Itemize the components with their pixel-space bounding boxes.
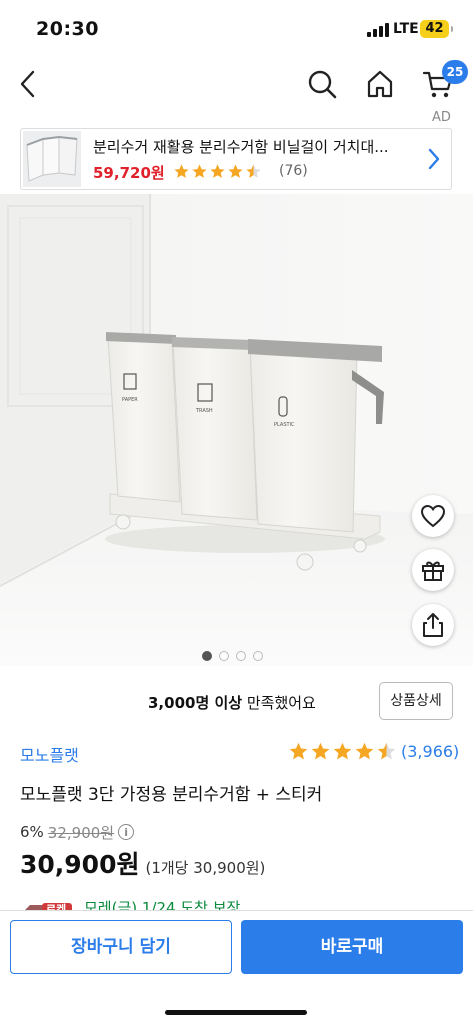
- price-row: 30,900원 (1개당 30,900원): [20, 845, 265, 879]
- product-rating-stars[interactable]: [288, 741, 397, 762]
- discount-rate: 6%: [20, 823, 44, 841]
- back-button[interactable]: [10, 66, 46, 102]
- home-button[interactable]: [362, 66, 398, 102]
- star-icon: [311, 742, 330, 760]
- gallery-dot[interactable]: [253, 651, 263, 661]
- product-detail-button[interactable]: 상품상세: [379, 682, 453, 720]
- ad-review-count: (76): [279, 163, 308, 179]
- chevron-right-icon: [428, 148, 440, 170]
- star-icon: [289, 742, 308, 760]
- network-type: LTE: [393, 21, 419, 37]
- sale-price: 30,900원: [20, 850, 140, 879]
- satisfaction-text: 3,000명 이상 만족했어요: [148, 692, 316, 713]
- nav-bar: [0, 58, 473, 108]
- gallery-dot[interactable]: [219, 651, 229, 661]
- gallery-pagination[interactable]: [202, 651, 263, 661]
- home-icon: [367, 70, 393, 98]
- search-button[interactable]: [304, 66, 340, 102]
- satisfaction-count: 3,000명 이상: [148, 694, 243, 712]
- gift-button[interactable]: [412, 549, 454, 591]
- bottom-action-bar: 장바구니 담기 바로구매: [0, 910, 473, 1024]
- gallery-dot[interactable]: [236, 651, 246, 661]
- ad-title: 분리수거 재활용 분리수거함 비닐걸이 거치대...: [93, 138, 389, 156]
- discount-row: 6% 32,900원 i: [20, 822, 135, 842]
- battery-tip: [451, 26, 453, 32]
- buy-now-button[interactable]: 바로구매: [241, 920, 463, 974]
- battery-icon: 42: [420, 20, 449, 38]
- gallery-dot[interactable]: [202, 651, 212, 661]
- add-to-cart-button[interactable]: 장바구니 담기: [10, 920, 232, 974]
- star-icon: [246, 163, 261, 178]
- star-icon: [377, 742, 396, 760]
- product-title: 모노플랫 3단 가정용 분리수거함 + 스티커: [20, 785, 323, 805]
- ad-label: AD: [432, 110, 451, 125]
- chevron-left-icon: [20, 70, 35, 98]
- delivery-text: 모레(금) 1/24 도착 보장: [84, 899, 241, 911]
- star-icon: [174, 163, 189, 178]
- satisfaction-label: 만족했어요: [242, 694, 316, 712]
- share-icon: [423, 613, 443, 637]
- gift-icon: [422, 561, 444, 581]
- bin-label-paper: PAPER: [122, 397, 138, 403]
- brand-link[interactable]: 모노플랫: [20, 742, 79, 766]
- status-time: 20:30: [36, 18, 99, 40]
- product-image[interactable]: PAPER TRASH PLASTIC: [0, 194, 473, 666]
- info-icon[interactable]: i: [118, 824, 135, 840]
- signal-icon: [367, 23, 389, 37]
- heart-icon: [420, 504, 446, 528]
- ad-price: 59,720원: [93, 164, 165, 182]
- ad-thumbnail: [23, 131, 81, 187]
- home-indicator: [165, 1010, 307, 1015]
- bin-label-trash: TRASH: [196, 408, 213, 414]
- search-icon: [308, 70, 337, 99]
- wishlist-button[interactable]: [412, 495, 454, 537]
- cart-count-badge: 25: [442, 60, 468, 84]
- star-icon: [192, 163, 207, 178]
- star-icon: [333, 742, 352, 760]
- star-icon: [355, 742, 374, 760]
- original-price: 32,900원: [47, 823, 115, 842]
- star-icon: [210, 163, 225, 178]
- bin-label-plastic: PLASTIC: [274, 422, 295, 428]
- delivery-row: 로켓 모레(금) 1/24 도착 보장: [20, 897, 460, 911]
- status-bar: 20:30 LTE 42: [0, 0, 473, 58]
- ad-banner[interactable]: 분리수거 재활용 분리수거함 비닐걸이 거치대... 59,720원 (76): [20, 128, 452, 190]
- star-icon: [228, 163, 243, 178]
- review-count-link[interactable]: (3,966): [401, 742, 459, 761]
- share-button[interactable]: [412, 604, 454, 646]
- ad-rating-stars: [173, 162, 262, 180]
- unit-price: (1개당 30,900원): [145, 859, 266, 877]
